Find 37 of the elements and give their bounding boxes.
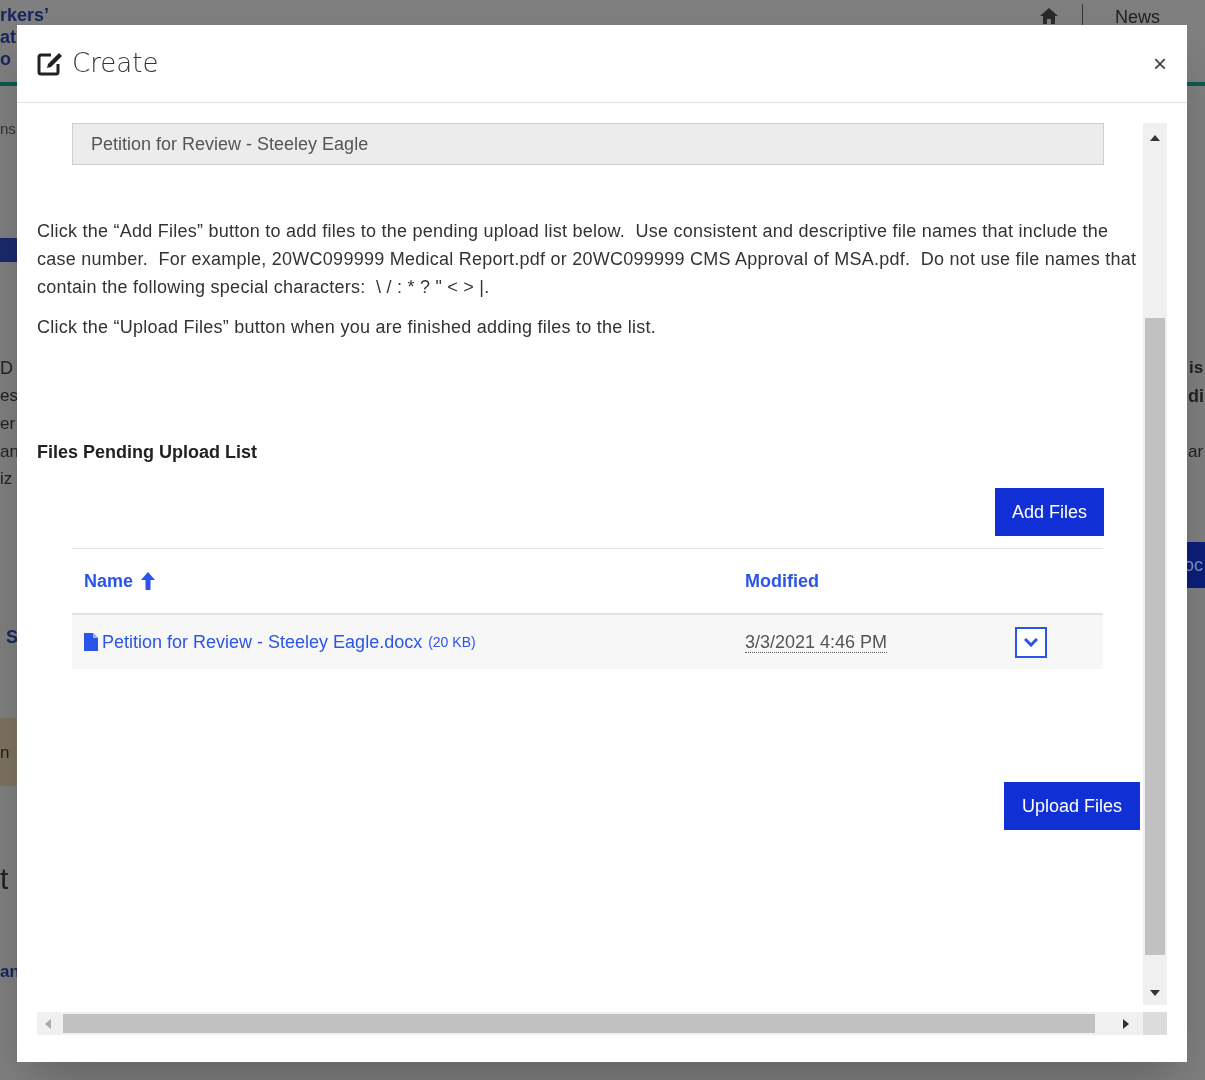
text-fragment: iz (0, 468, 13, 490)
file-link[interactable]: Petition for Review - Steeley Eagle.docx (102, 628, 423, 656)
scrollbar-corner (1143, 1012, 1167, 1035)
modified-date: 3/3/2021 4:46 PM (745, 631, 888, 653)
text-fragment: n (0, 742, 10, 764)
document-title-field: Petition for Review - Steeley Eagle (72, 123, 1104, 165)
chevron-down-icon (1024, 637, 1038, 647)
nav-link[interactable]: News (1115, 6, 1160, 28)
column-header[interactable]: Modified (745, 567, 819, 595)
section-heading: Files Pending Upload List (37, 441, 259, 464)
instruction-text: Click the “Add Files” button to add files to the pending upload list below. Use consistent and descriptive file names that include the case number. For example, 20WC099999 Medical Report.pdf or 20WC099999 CMS Approval of MSA.pdf. Do not use file names that contain the following special characters: \ / : * ? " < > |. (37, 220, 1138, 299)
header-text: rkers’ (0, 4, 50, 26)
sort-up-arrow-icon (141, 572, 156, 590)
notice-banner (0, 718, 20, 786)
column-header[interactable]: Name (84, 567, 156, 595)
upload-files-button[interactable]: Upload Files (1003, 782, 1140, 830)
instruction-text: Click the “Upload Files” button when you are finished adding files to the list. (37, 316, 658, 339)
text-fragment: er (0, 413, 16, 435)
dialog-title: Create (72, 47, 159, 80)
text-fragment: ar (1188, 441, 1204, 463)
text-fragment: is (1189, 357, 1204, 379)
header-text: o (0, 48, 11, 70)
add-files-button[interactable]: Add Files (994, 488, 1104, 536)
close-button[interactable]: × (1153, 51, 1167, 76)
edit-icon (36, 50, 64, 77)
menu-bar (0, 238, 20, 262)
text-fragment: D (0, 357, 13, 379)
home-icon[interactable] (1039, 7, 1059, 25)
text-fragment: t (0, 868, 9, 890)
text-fragment: di (1188, 385, 1204, 407)
dropdown-button[interactable] (1015, 626, 1047, 658)
document-icon (84, 633, 98, 651)
header-text: at (0, 26, 16, 48)
file-size: (20 KB) (428, 632, 476, 652)
link-text[interactable]: S (6, 626, 18, 648)
text-fragment: es (0, 385, 18, 407)
text-fragment: ns (0, 119, 16, 139)
